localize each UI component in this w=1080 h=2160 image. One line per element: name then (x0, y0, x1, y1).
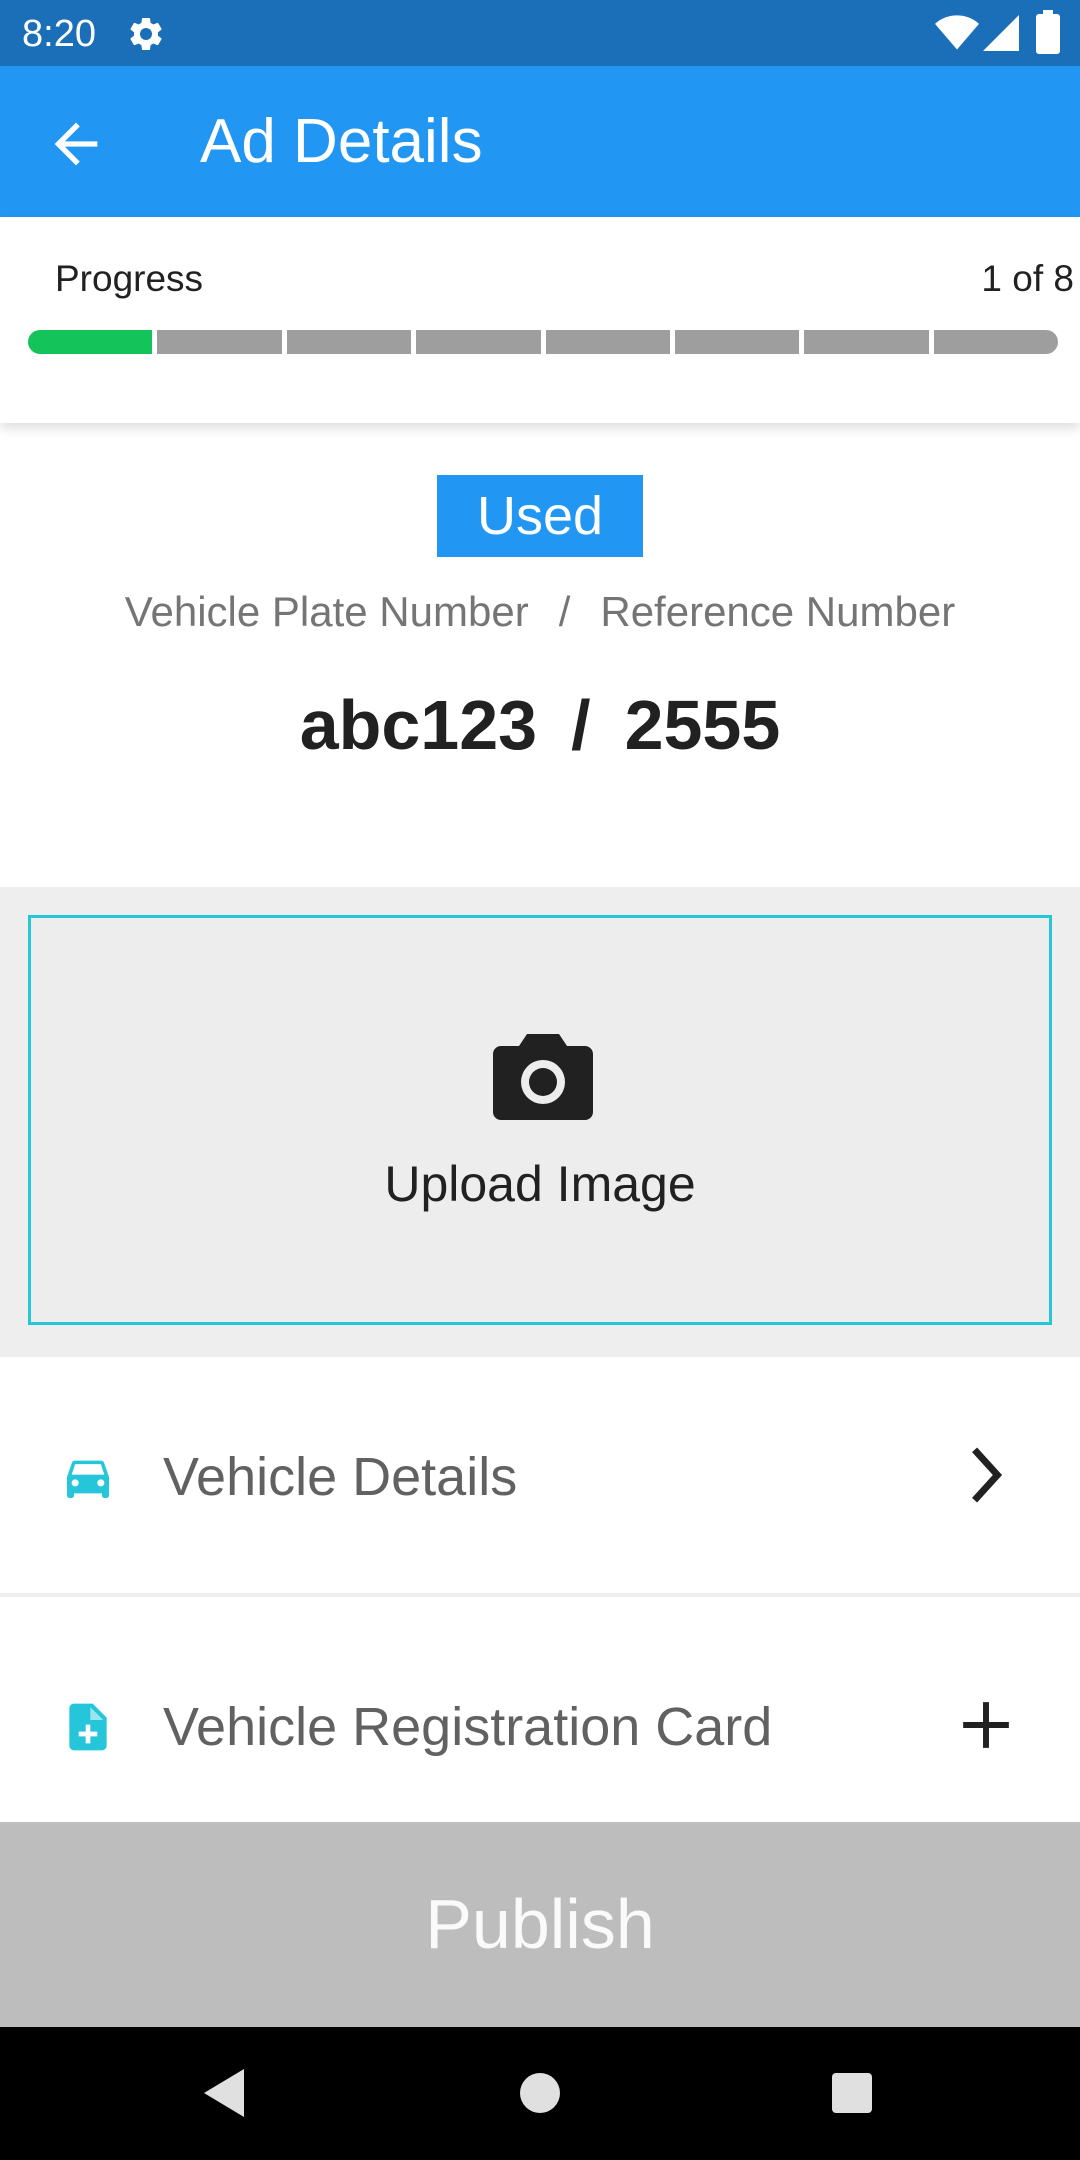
value-separator: / (571, 686, 591, 764)
plate-number-value: abc123 (299, 686, 538, 764)
progress-segment-pending (804, 330, 929, 354)
reference-number-label: Reference Number (600, 588, 956, 635)
camera-icon (493, 1034, 593, 1120)
progress-bar (28, 330, 1058, 354)
upload-area: Upload Image (0, 887, 1080, 1357)
file-add-icon (69, 1703, 107, 1751)
identifier-labels: Vehicle Plate Number / Reference Number (0, 587, 1080, 637)
chevron-right-icon (972, 1447, 1003, 1503)
status-bar: 8:20 (0, 0, 1080, 66)
vehicle-details-row[interactable]: Vehicle Details (0, 1357, 1080, 1597)
progress-card: Progress 1 of 8 (0, 217, 1080, 423)
upload-image-button[interactable]: Upload Image (28, 915, 1052, 1325)
vehicle-registration-card-label: Vehicle Registration Card (163, 1697, 773, 1757)
progress-segment-pending (674, 330, 800, 354)
identifier-values: abc123 / 2555 (0, 685, 1080, 765)
gear-icon (130, 17, 162, 50)
progress-segment-pending (416, 330, 541, 354)
condition-badge: Used (437, 475, 643, 557)
status-time: 8:20 (22, 13, 96, 55)
label-separator: / (558, 588, 571, 635)
signal-icon (983, 15, 1019, 51)
nav-recents-icon[interactable] (822, 2063, 882, 2123)
vehicle-details-label: Vehicle Details (163, 1447, 518, 1507)
upload-image-label: Upload Image (384, 1156, 696, 1212)
progress-segment-pending (286, 330, 412, 354)
screen: 8:20 Ad Details Progress 1 of 8 Used Veh… (0, 0, 1080, 2160)
nav-back-icon[interactable] (196, 2063, 256, 2123)
app-bar: Ad Details (0, 66, 1080, 217)
car-icon (67, 1460, 109, 1498)
reference-number-value: 2555 (624, 686, 781, 764)
nav-home-icon[interactable] (510, 2063, 570, 2123)
vehicle-registration-card-row[interactable]: Vehicle Registration Card (0, 1601, 1080, 1821)
wifi-icon (935, 15, 979, 50)
vehicle-info: Used Vehicle Plate Number / Reference Numb… (0, 423, 1080, 887)
plate-number-label: Vehicle Plate Number (124, 588, 529, 635)
navigation-bar (0, 2027, 1080, 2160)
progress-label: Progress (55, 258, 204, 299)
arrow-back-icon[interactable] (44, 112, 108, 176)
page-title: Ad Details (200, 107, 483, 176)
progress-segment-pending (933, 330, 1058, 354)
battery-icon (1036, 10, 1060, 54)
progress-count: 1 of 8 (981, 258, 1074, 299)
publish-button[interactable]: Publish (0, 1822, 1080, 2027)
progress-segment-pending (157, 330, 282, 354)
progress-segment-pending (545, 330, 670, 354)
progress-segment-complete (28, 330, 153, 354)
plus-icon (963, 1702, 1009, 1748)
